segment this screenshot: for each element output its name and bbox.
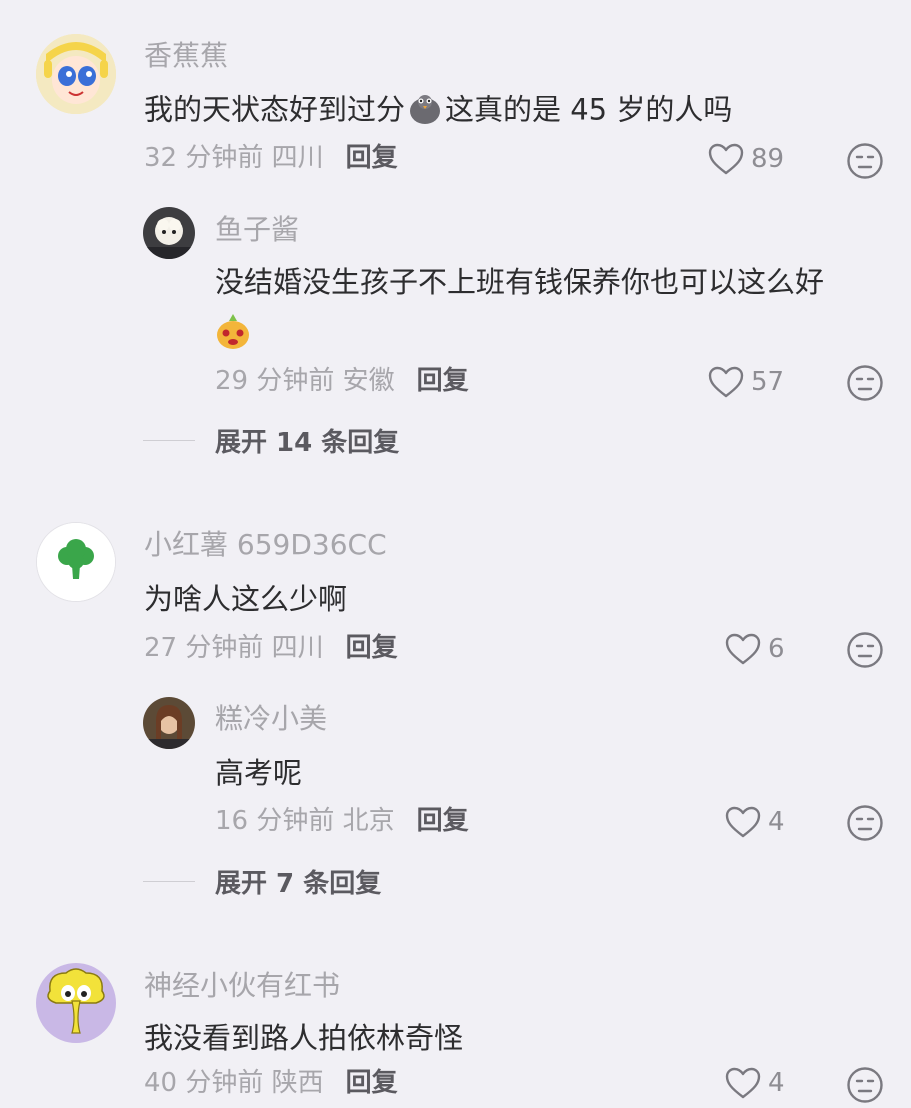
neutral-face-icon xyxy=(847,1067,883,1103)
avatar[interactable] xyxy=(143,207,195,259)
heart-icon xyxy=(725,1067,761,1099)
comment-username[interactable]: 香蕉蕉 xyxy=(144,42,228,70)
like-button[interactable]: 6 xyxy=(724,632,785,666)
like-count: 4 xyxy=(768,807,785,837)
avatar[interactable] xyxy=(36,34,116,114)
comment-username[interactable]: 神经小伙有红书 xyxy=(144,972,340,1000)
reply-button[interactable]: 回复 xyxy=(346,143,398,173)
comment-text: 我没看到路人拍依林奇怪 xyxy=(144,1021,464,1055)
avatar[interactable] xyxy=(36,522,116,602)
expand-replies-label: 展开 14 条回复 xyxy=(215,428,400,458)
pigeon-emoji-icon xyxy=(407,93,443,130)
reply-button[interactable]: 回复 xyxy=(346,633,398,663)
heart-icon xyxy=(725,633,761,665)
cute-face-emoji-icon xyxy=(215,312,251,354)
like-count: 6 xyxy=(768,634,785,664)
reply-meta: 29 分钟前 安徽 回复 xyxy=(215,368,469,394)
avatar[interactable] xyxy=(36,963,116,1043)
reply-button[interactable]: 回复 xyxy=(417,806,469,836)
like-count: 89 xyxy=(751,144,785,174)
like-button[interactable]: 4 xyxy=(724,1066,785,1100)
reply-button[interactable]: 回复 xyxy=(417,366,469,396)
comment-time-location: 27 分钟前 四川 xyxy=(144,633,324,663)
expand-replies-button[interactable]: 展开 7 条回复 xyxy=(143,863,381,900)
avatar[interactable] xyxy=(143,697,195,749)
like-button[interactable]: 89 xyxy=(707,142,784,176)
reply-meta: 16 分钟前 北京 回复 xyxy=(215,808,469,834)
neutral-face-icon xyxy=(847,632,883,668)
expand-replies-label: 展开 7 条回复 xyxy=(215,869,382,899)
dislike-button[interactable] xyxy=(846,804,884,846)
reply-username[interactable]: 鱼子酱 xyxy=(215,216,299,244)
reply-time-location: 16 分钟前 北京 xyxy=(215,806,395,836)
heart-icon xyxy=(708,143,744,175)
broccoli-icon xyxy=(37,523,115,601)
comment-meta: 40 分钟前 陕西 回复 xyxy=(144,1070,398,1096)
reply-text: 高考呢 xyxy=(215,756,303,790)
neutral-face-icon xyxy=(847,143,883,179)
reply-username[interactable]: 糕冷小美 xyxy=(215,705,327,733)
comment-text-part: 我的天状态好到过分 xyxy=(144,92,406,127)
comment-meta: 32 分钟前 四川 回复 xyxy=(144,145,398,171)
like-button[interactable]: 4 xyxy=(724,805,785,839)
comment-text: 我的天状态好到过分 这真的是 45 岁的人吗 xyxy=(144,93,732,130)
dislike-button[interactable] xyxy=(846,631,884,673)
dislike-button[interactable] xyxy=(846,1066,884,1108)
heart-icon xyxy=(708,366,744,398)
comment-time-location: 32 分钟前 四川 xyxy=(144,143,324,173)
comment-username[interactable]: 小红薯 659D36CC xyxy=(144,531,387,559)
reply-text: 没结婚没生孩子不上班有钱保养你也可以这么好 xyxy=(215,265,825,299)
heart-icon xyxy=(725,806,761,838)
neutral-face-icon xyxy=(847,365,883,401)
comment-text-part: 这真的是 45 岁的人吗 xyxy=(445,92,733,127)
like-count: 4 xyxy=(768,1068,785,1098)
comment-time-location: 40 分钟前 陕西 xyxy=(144,1068,324,1098)
divider xyxy=(143,440,195,441)
like-button[interactable]: 57 xyxy=(707,365,784,399)
reply-time-location: 29 分钟前 安徽 xyxy=(215,366,395,396)
comment-meta: 27 分钟前 四川 回复 xyxy=(144,635,398,661)
reply-button[interactable]: 回复 xyxy=(346,1068,398,1098)
like-count: 57 xyxy=(751,367,785,397)
dislike-button[interactable] xyxy=(846,142,884,184)
neutral-face-icon xyxy=(847,805,883,841)
dislike-button[interactable] xyxy=(846,364,884,406)
expand-replies-button[interactable]: 展开 14 条回复 xyxy=(143,422,399,459)
divider xyxy=(143,881,195,882)
comment-text: 为啥人这么少啊 xyxy=(144,582,348,616)
